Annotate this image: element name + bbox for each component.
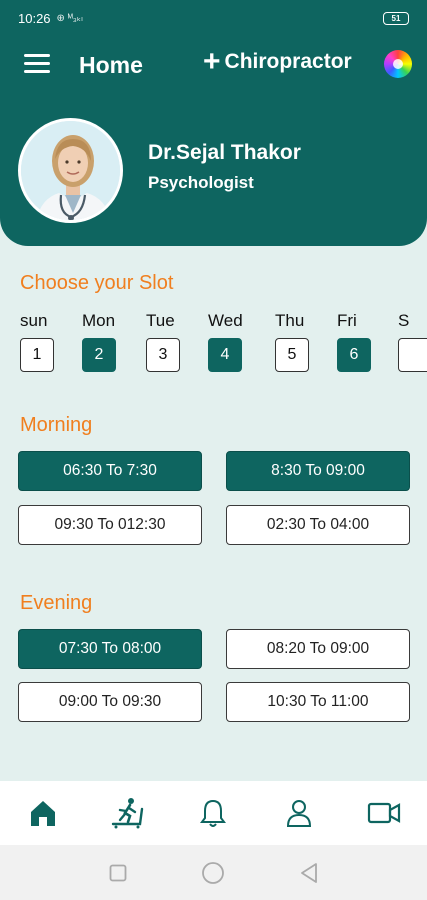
video-camera-icon (368, 802, 401, 824)
time-slot-button[interactable]: 09:30 To 012:30 (18, 505, 202, 545)
square-icon (109, 864, 127, 881)
day-name: Tue (146, 311, 175, 330)
time-slot-button[interactable]: 09:00 To 09:30 (18, 682, 202, 722)
avatar (18, 118, 123, 223)
day-selector: sun 1 Mon 2 Tue 3 Wed 4 Thu 5 Fri 6 S (0, 308, 427, 378)
plus-icon: + (203, 45, 221, 78)
day-name: Thu (275, 311, 305, 330)
day-number: 5 (275, 338, 309, 372)
nav-notifications[interactable] (188, 788, 238, 838)
page-title: Home (79, 52, 143, 78)
evening-title: Evening (20, 592, 93, 614)
day-number: 3 (146, 338, 180, 372)
nav-profile[interactable] (274, 788, 324, 838)
status-time: 10:26 (18, 10, 51, 26)
circle-icon (202, 861, 225, 884)
day-name: S (398, 311, 410, 330)
slot-section-title: Choose your Slot (20, 272, 174, 294)
network-status: ⊕ ᴹ₃ₖₗ (56, 12, 83, 24)
service-selector[interactable]: + Chiropractor (203, 45, 352, 78)
day-name: sun (20, 311, 48, 330)
day-number: 1 (20, 338, 54, 372)
nav-video[interactable] (359, 788, 409, 838)
nav-home[interactable] (18, 788, 68, 838)
day-number: 2 (82, 338, 116, 372)
system-nav-bar (0, 845, 427, 900)
home-system-button[interactable] (191, 851, 235, 895)
home-icon (30, 801, 55, 826)
time-slot-button[interactable]: 08:20 To 09:00 (226, 629, 410, 669)
menu-icon[interactable] (24, 52, 52, 76)
nav-exercise[interactable] (103, 788, 153, 838)
day-name: Mon (82, 311, 116, 330)
recent-apps-button[interactable] (96, 851, 140, 895)
day-name: Wed (208, 311, 243, 330)
day-number: 6 (337, 338, 371, 372)
user-icon (286, 800, 311, 827)
day-number: 4 (208, 338, 242, 372)
treadmill-icon (111, 798, 144, 829)
bell-icon (200, 799, 227, 827)
day-name: Fri (337, 311, 357, 330)
header: 10:26 ⊕ ᴹ₃ₖₗ 51 Home + Chiropractor Dr.S… (0, 0, 427, 246)
doctor-name: Dr.Sejal Thakor (148, 141, 301, 164)
bottom-nav (0, 781, 427, 845)
time-slot-button[interactable]: 06:30 To 7:30 (18, 451, 202, 491)
battery-icon: 51 (383, 11, 409, 25)
color-wheel-icon[interactable] (384, 50, 412, 78)
back-button[interactable] (287, 851, 331, 895)
morning-title: Morning (20, 414, 93, 436)
battery-level: 51 (391, 13, 401, 23)
service-label: Chiropractor (224, 50, 352, 73)
doctor-role: Psychologist (148, 173, 254, 192)
back-triangle-icon (301, 862, 318, 883)
time-slot-button[interactable]: 07:30 To 08:00 (18, 629, 202, 669)
day-number (398, 338, 427, 372)
status-bar: 10:26 ⊕ ᴹ₃ₖₗ 51 (0, 0, 427, 36)
time-slot-button[interactable]: 10:30 To 11:00 (226, 682, 410, 722)
time-slot-button[interactable]: 02:30 To 04:00 (226, 505, 410, 545)
time-slot-button[interactable]: 8:30 To 09:00 (226, 451, 410, 491)
